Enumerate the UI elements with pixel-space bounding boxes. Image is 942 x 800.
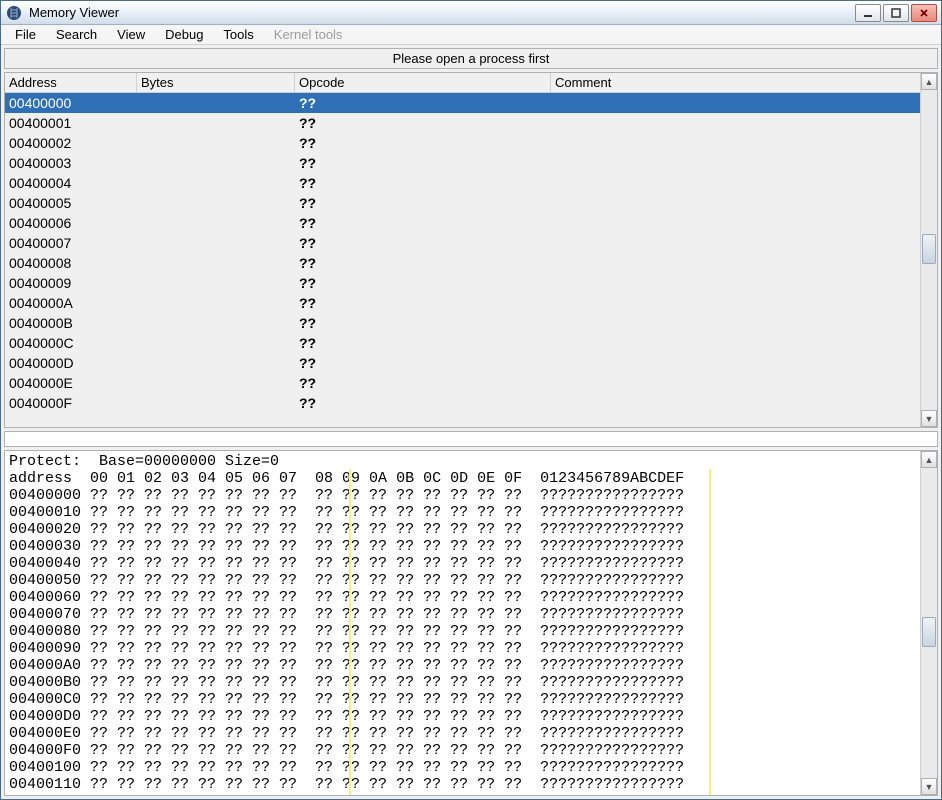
cell-address: 0040000E: [5, 375, 137, 391]
scroll-down-button[interactable]: ▼: [921, 778, 937, 795]
disasm-scrollbar[interactable]: ▲ ▼: [920, 73, 937, 427]
scroll-down-button[interactable]: ▼: [921, 410, 937, 427]
cell-opcode: ??: [295, 255, 551, 271]
cell-address: 00400002: [5, 135, 137, 151]
disasm-row[interactable]: 00400008??: [5, 253, 937, 273]
scroll-up-button[interactable]: ▲: [921, 73, 937, 90]
cell-opcode: ??: [295, 135, 551, 151]
col-header-comment[interactable]: Comment: [551, 73, 937, 92]
scroll-thumb[interactable]: [922, 234, 936, 264]
cell-address: 0040000A: [5, 295, 137, 311]
cell-address: 0040000D: [5, 355, 137, 371]
status-message: Please open a process first: [4, 48, 938, 69]
cell-opcode: ??: [295, 315, 551, 331]
cell-address: 00400003: [5, 155, 137, 171]
cell-opcode: ??: [295, 115, 551, 131]
menu-view[interactable]: View: [109, 25, 153, 44]
hex-scrollbar[interactable]: ▲ ▼: [920, 451, 937, 795]
cell-address: 00400008: [5, 255, 137, 271]
menu-debug[interactable]: Debug: [157, 25, 211, 44]
menu-search[interactable]: Search: [48, 25, 105, 44]
cell-address: 00400000: [5, 95, 137, 111]
disassembly-rows[interactable]: 00400000??00400001??00400002??00400003??…: [5, 93, 937, 427]
window-title: Memory Viewer: [29, 5, 855, 20]
menu-tools[interactable]: Tools: [215, 25, 261, 44]
disasm-row[interactable]: 0040000B??: [5, 313, 937, 333]
cell-address: 00400004: [5, 175, 137, 191]
cell-opcode: ??: [295, 215, 551, 231]
cell-address: 0040000C: [5, 335, 137, 351]
disassembly-header: Address Bytes Opcode Comment: [5, 73, 937, 93]
cell-opcode: ??: [295, 175, 551, 191]
menu-kernel-tools: Kernel tools: [266, 25, 351, 44]
disasm-row[interactable]: 0040000C??: [5, 333, 937, 353]
disasm-row[interactable]: 00400001??: [5, 113, 937, 133]
maximize-button[interactable]: [883, 4, 909, 22]
disasm-row[interactable]: 0040000A??: [5, 293, 937, 313]
cell-opcode: ??: [295, 155, 551, 171]
cell-opcode: ??: [295, 295, 551, 311]
cell-opcode: ??: [295, 395, 551, 411]
scroll-track[interactable]: [921, 90, 937, 410]
disasm-row[interactable]: 00400009??: [5, 273, 937, 293]
disasm-row[interactable]: 00400007??: [5, 233, 937, 253]
app-icon: [5, 4, 23, 22]
hex-separator-1: [349, 469, 351, 795]
cell-address: 00400005: [5, 195, 137, 211]
scroll-thumb[interactable]: [922, 617, 936, 647]
cell-address: 00400009: [5, 275, 137, 291]
hex-panel: Protect: Base=00000000 Size=0 address 00…: [4, 450, 938, 796]
cell-address: 0040000F: [5, 395, 137, 411]
col-header-opcode[interactable]: Opcode: [295, 73, 551, 92]
disasm-row[interactable]: 00400003??: [5, 153, 937, 173]
memory-viewer-window: Memory Viewer File Search View Debug Too…: [0, 0, 942, 800]
scroll-track[interactable]: [921, 468, 937, 778]
col-header-address[interactable]: Address: [5, 73, 137, 92]
panel-divider[interactable]: [4, 431, 938, 447]
content-area: Please open a process first Address Byte…: [1, 45, 941, 799]
menu-file[interactable]: File: [7, 25, 44, 44]
cell-address: 0040000B: [5, 315, 137, 331]
cell-opcode: ??: [295, 95, 551, 111]
cell-address: 00400007: [5, 235, 137, 251]
cell-address: 00400006: [5, 215, 137, 231]
cell-opcode: ??: [295, 195, 551, 211]
menubar: File Search View Debug Tools Kernel tool…: [1, 25, 941, 45]
window-controls: [855, 4, 937, 22]
disasm-row[interactable]: 00400000??: [5, 93, 937, 113]
cell-opcode: ??: [295, 275, 551, 291]
disasm-row[interactable]: 00400005??: [5, 193, 937, 213]
cell-opcode: ??: [295, 375, 551, 391]
disasm-row[interactable]: 00400006??: [5, 213, 937, 233]
cell-address: 00400001: [5, 115, 137, 131]
cell-opcode: ??: [295, 335, 551, 351]
disasm-row[interactable]: 00400002??: [5, 133, 937, 153]
disassembly-panel: Address Bytes Opcode Comment 00400000??0…: [4, 72, 938, 428]
titlebar[interactable]: Memory Viewer: [1, 1, 941, 25]
close-button[interactable]: [911, 4, 937, 22]
disasm-row[interactable]: 0040000E??: [5, 373, 937, 393]
disasm-row[interactable]: 0040000D??: [5, 353, 937, 373]
col-header-bytes[interactable]: Bytes: [137, 73, 295, 92]
hex-dump[interactable]: Protect: Base=00000000 Size=0 address 00…: [5, 451, 937, 795]
cell-opcode: ??: [295, 355, 551, 371]
disasm-row[interactable]: 0040000F??: [5, 393, 937, 413]
hex-separator-2: [709, 469, 711, 795]
scroll-up-button[interactable]: ▲: [921, 451, 937, 468]
minimize-button[interactable]: [855, 4, 881, 22]
disasm-row[interactable]: 00400004??: [5, 173, 937, 193]
cell-opcode: ??: [295, 235, 551, 251]
